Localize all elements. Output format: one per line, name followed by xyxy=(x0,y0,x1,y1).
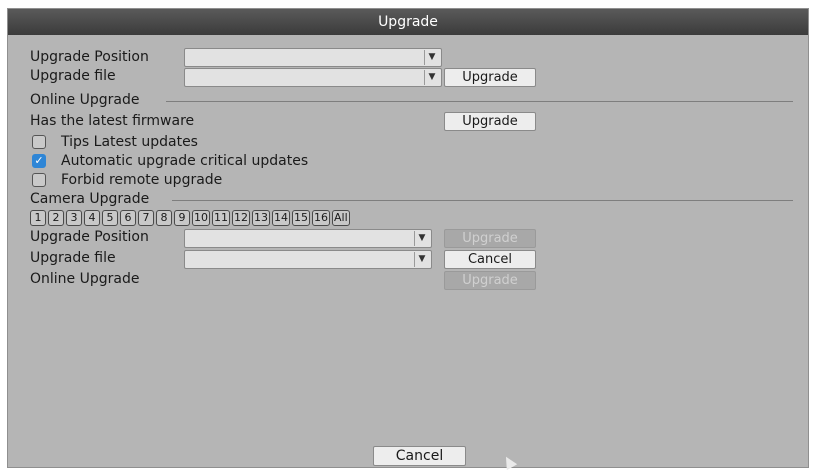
channel-button-3[interactable]: 3 xyxy=(66,210,82,226)
camera-upgrade-file-label: Upgrade file xyxy=(30,250,116,266)
latest-firmware-label: Has the latest firmware xyxy=(30,113,195,129)
chevron-down-icon: ▼ xyxy=(424,70,439,85)
channel-button-14[interactable]: 14 xyxy=(272,210,290,226)
online-upgrade-section-label: Online Upgrade xyxy=(30,92,140,108)
channel-button-4[interactable]: 4 xyxy=(84,210,100,226)
camera-upgrade-button[interactable]: Upgrade xyxy=(444,229,536,248)
local-upgrade-button[interactable]: Upgrade xyxy=(444,68,536,87)
camera-upgrade-position-label: Upgrade Position xyxy=(30,229,149,245)
camera-upgrade-file-select[interactable]: ▼ xyxy=(184,250,432,269)
channel-button-9[interactable]: 9 xyxy=(174,210,190,226)
camera-online-upgrade-button[interactable]: Upgrade xyxy=(444,271,536,290)
section-divider xyxy=(172,200,793,201)
channel-button-1[interactable]: 1 xyxy=(30,210,46,226)
upgrade-dialog: Upgrade Upgrade Position ▼ Upgrade file … xyxy=(7,8,809,468)
tips-updates-label: Tips Latest updates xyxy=(61,134,198,150)
section-divider xyxy=(166,101,793,102)
channel-button-10[interactable]: 10 xyxy=(192,210,210,226)
upgrade-file-label: Upgrade file xyxy=(30,68,116,84)
cancel-button[interactable]: Cancel xyxy=(373,446,466,466)
upgrade-position-select[interactable]: ▼ xyxy=(184,48,442,67)
channel-button-16[interactable]: 16 xyxy=(312,210,330,226)
channel-button-2[interactable]: 2 xyxy=(48,210,64,226)
checkmark-icon: ✓ xyxy=(34,154,44,167)
upgrade-position-label: Upgrade Position xyxy=(30,49,149,65)
channel-button-6[interactable]: 6 xyxy=(120,210,136,226)
forbid-remote-upgrade-label: Forbid remote upgrade xyxy=(61,172,223,188)
camera-upgrade-position-select[interactable]: ▼ xyxy=(184,229,432,248)
camera-online-upgrade-label: Online Upgrade xyxy=(30,271,140,287)
channel-button-all[interactable]: All xyxy=(332,210,350,226)
channel-button-7[interactable]: 7 xyxy=(138,210,154,226)
channel-button-12[interactable]: 12 xyxy=(232,210,250,226)
tips-updates-checkbox[interactable] xyxy=(32,135,46,149)
camera-upgrade-section-label: Camera Upgrade xyxy=(30,191,150,207)
dialog-title: Upgrade xyxy=(8,9,808,35)
forbid-remote-upgrade-checkbox[interactable] xyxy=(32,173,46,187)
chevron-down-icon: ▼ xyxy=(414,252,429,267)
chevron-down-icon: ▼ xyxy=(424,50,439,65)
channel-button-11[interactable]: 11 xyxy=(212,210,230,226)
channel-button-15[interactable]: 15 xyxy=(292,210,310,226)
auto-critical-updates-label: Automatic upgrade critical updates xyxy=(61,153,309,169)
channel-button-5[interactable]: 5 xyxy=(102,210,118,226)
channel-button-8[interactable]: 8 xyxy=(156,210,172,226)
camera-channel-selector: 1 2 3 4 5 6 7 8 9 10 11 12 13 14 15 16 A… xyxy=(30,210,350,227)
channel-button-13[interactable]: 13 xyxy=(252,210,270,226)
upgrade-file-select[interactable]: ▼ xyxy=(184,68,442,87)
camera-cancel-button[interactable]: Cancel xyxy=(444,250,536,269)
chevron-down-icon: ▼ xyxy=(414,231,429,246)
auto-critical-updates-checkbox[interactable]: ✓ xyxy=(32,154,46,168)
online-upgrade-button[interactable]: Upgrade xyxy=(444,112,536,131)
